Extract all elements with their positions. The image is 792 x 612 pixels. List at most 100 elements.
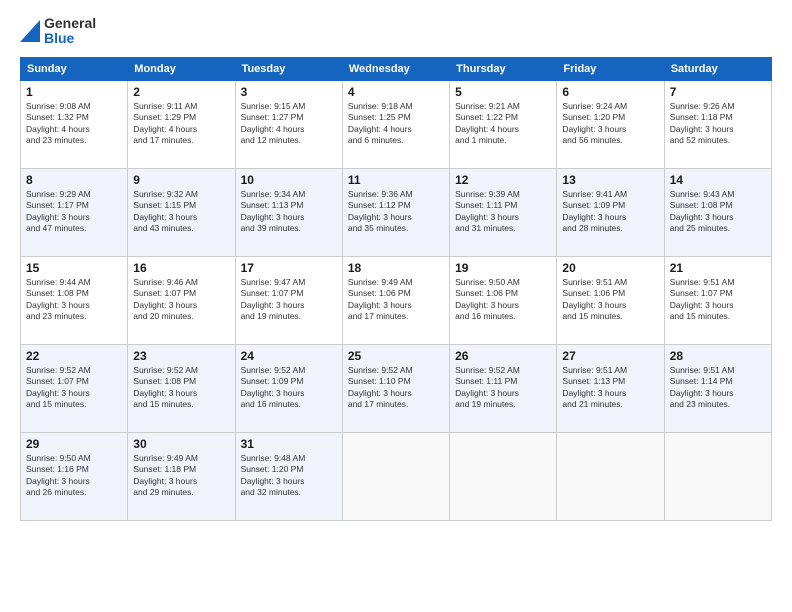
day-number: 7 (670, 85, 766, 99)
day-info: Sunrise: 9:52 AMSunset: 1:09 PMDaylight:… (241, 365, 337, 411)
weekday-header-saturday: Saturday (664, 57, 771, 80)
day-number: 6 (562, 85, 658, 99)
day-info: Sunrise: 9:11 AMSunset: 1:29 PMDaylight:… (133, 101, 229, 147)
day-info: Sunrise: 9:41 AMSunset: 1:09 PMDaylight:… (562, 189, 658, 235)
calendar-cell: 12 Sunrise: 9:39 AMSunset: 1:11 PMDayligh… (450, 168, 557, 256)
calendar-cell: 9 Sunrise: 9:32 AMSunset: 1:15 PMDaylight… (128, 168, 235, 256)
week-row-2: 8 Sunrise: 9:29 AMSunset: 1:17 PMDaylight… (21, 168, 772, 256)
day-info: Sunrise: 9:26 AMSunset: 1:18 PMDaylight:… (670, 101, 766, 147)
calendar-cell: 20 Sunrise: 9:51 AMSunset: 1:06 PMDayligh… (557, 256, 664, 344)
weekday-header-monday: Monday (128, 57, 235, 80)
calendar-cell: 10Sunrise: 9:34 AMSunset: 1:13 PMDayligh… (235, 168, 342, 256)
day-number: 13 (562, 173, 658, 187)
day-number: 16 (133, 261, 229, 275)
day-number: 31 (241, 437, 337, 451)
day-number: 27 (562, 349, 658, 363)
day-info: Sunrise: 9:43 AMSunset: 1:08 PMDaylight:… (670, 189, 766, 235)
day-number: 18 (348, 261, 444, 275)
day-info: Sunrise: 9:49 AMSunset: 1:18 PMDaylight:… (133, 453, 229, 499)
calendar-cell: 23 Sunrise: 9:52 AMSunset: 1:08 PMDayligh… (128, 344, 235, 432)
day-info: Sunrise: 9:24 AMSunset: 1:20 PMDaylight:… (562, 101, 658, 147)
week-row-1: 1 Sunrise: 9:08 AMSunset: 1:32 PMDaylight… (21, 80, 772, 168)
day-number: 4 (348, 85, 444, 99)
calendar-cell: 24Sunrise: 9:52 AMSunset: 1:09 PMDayligh… (235, 344, 342, 432)
day-info: Sunrise: 9:34 AMSunset: 1:13 PMDaylight:… (241, 189, 337, 235)
calendar-cell (342, 432, 449, 520)
calendar: SundayMondayTuesdayWednesdayThursdayFrid… (20, 57, 772, 521)
day-info: Sunrise: 9:08 AMSunset: 1:32 PMDaylight:… (26, 101, 122, 147)
logo-blue: Blue (44, 31, 96, 46)
calendar-cell (450, 432, 557, 520)
day-info: Sunrise: 9:18 AMSunset: 1:25 PMDaylight:… (348, 101, 444, 147)
day-info: Sunrise: 9:52 AMSunset: 1:10 PMDaylight:… (348, 365, 444, 411)
calendar-cell: 4 Sunrise: 9:18 AMSunset: 1:25 PMDaylight… (342, 80, 449, 168)
calendar-cell: 22 Sunrise: 9:52 AMSunset: 1:07 PMDayligh… (21, 344, 128, 432)
day-number: 20 (562, 261, 658, 275)
day-info: Sunrise: 9:36 AMSunset: 1:12 PMDaylight:… (348, 189, 444, 235)
day-number: 23 (133, 349, 229, 363)
day-number: 14 (670, 173, 766, 187)
day-number: 9 (133, 173, 229, 187)
day-number: 29 (26, 437, 122, 451)
day-info: Sunrise: 9:50 AMSunset: 1:06 PMDaylight:… (455, 277, 551, 323)
day-number: 22 (26, 349, 122, 363)
day-info: Sunrise: 9:39 AMSunset: 1:11 PMDaylight:… (455, 189, 551, 235)
calendar-cell: 30Sunrise: 9:49 AMSunset: 1:18 PMDayligh… (128, 432, 235, 520)
logo-triangle-icon (20, 20, 40, 42)
logo: General Blue (20, 16, 96, 47)
day-number: 3 (241, 85, 337, 99)
calendar-cell: 8 Sunrise: 9:29 AMSunset: 1:17 PMDaylight… (21, 168, 128, 256)
calendar-cell: 5 Sunrise: 9:21 AMSunset: 1:22 PMDaylight… (450, 80, 557, 168)
day-info: Sunrise: 9:21 AMSunset: 1:22 PMDaylight:… (455, 101, 551, 147)
day-info: Sunrise: 9:52 AMSunset: 1:07 PMDaylight:… (26, 365, 122, 411)
day-number: 21 (670, 261, 766, 275)
calendar-cell (557, 432, 664, 520)
day-info: Sunrise: 9:51 AMSunset: 1:06 PMDaylight:… (562, 277, 658, 323)
day-number: 12 (455, 173, 551, 187)
calendar-cell: 2Sunrise: 9:11 AMSunset: 1:29 PMDaylight… (128, 80, 235, 168)
calendar-cell: 15Sunrise: 9:44 AMSunset: 1:08 PMDayligh… (21, 256, 128, 344)
calendar-cell: 6 Sunrise: 9:24 AMSunset: 1:20 PMDaylight… (557, 80, 664, 168)
day-info: Sunrise: 9:46 AMSunset: 1:07 PMDaylight:… (133, 277, 229, 323)
day-number: 8 (26, 173, 122, 187)
day-number: 1 (26, 85, 122, 99)
calendar-cell: 3 Sunrise: 9:15 AMSunset: 1:27 PMDaylight… (235, 80, 342, 168)
day-info: Sunrise: 9:50 AMSunset: 1:16 PMDaylight:… (26, 453, 122, 499)
calendar-cell: 31 Sunrise: 9:48 AMSunset: 1:20 PMDayligh… (235, 432, 342, 520)
calendar-cell: 19 Sunrise: 9:50 AMSunset: 1:06 PMDayligh… (450, 256, 557, 344)
day-info: Sunrise: 9:52 AMSunset: 1:11 PMDaylight:… (455, 365, 551, 411)
day-info: Sunrise: 9:52 AMSunset: 1:08 PMDaylight:… (133, 365, 229, 411)
header: General Blue (20, 16, 772, 47)
day-number: 26 (455, 349, 551, 363)
calendar-cell: 1 Sunrise: 9:08 AMSunset: 1:32 PMDaylight… (21, 80, 128, 168)
weekday-header-sunday: Sunday (21, 57, 128, 80)
day-info: Sunrise: 9:32 AMSunset: 1:15 PMDaylight:… (133, 189, 229, 235)
calendar-cell: 14 Sunrise: 9:43 AMSunset: 1:08 PMDayligh… (664, 168, 771, 256)
calendar-cell: 21 Sunrise: 9:51 AMSunset: 1:07 PMDayligh… (664, 256, 771, 344)
day-number: 25 (348, 349, 444, 363)
day-number: 5 (455, 85, 551, 99)
weekday-header-friday: Friday (557, 57, 664, 80)
calendar-cell: 18 Sunrise: 9:49 AMSunset: 1:06 PMDayligh… (342, 256, 449, 344)
calendar-cell: 27 Sunrise: 9:51 AMSunset: 1:13 PMDayligh… (557, 344, 664, 432)
calendar-cell: 13 Sunrise: 9:41 AMSunset: 1:09 PMDayligh… (557, 168, 664, 256)
day-number: 19 (455, 261, 551, 275)
day-info: Sunrise: 9:51 AMSunset: 1:07 PMDaylight:… (670, 277, 766, 323)
day-number: 15 (26, 261, 122, 275)
day-number: 17 (241, 261, 337, 275)
calendar-cell: 29 Sunrise: 9:50 AMSunset: 1:16 PMDayligh… (21, 432, 128, 520)
calendar-cell: 26 Sunrise: 9:52 AMSunset: 1:11 PMDayligh… (450, 344, 557, 432)
day-info: Sunrise: 9:51 AMSunset: 1:14 PMDaylight:… (670, 365, 766, 411)
day-info: Sunrise: 9:29 AMSunset: 1:17 PMDaylight:… (26, 189, 122, 235)
day-info: Sunrise: 9:51 AMSunset: 1:13 PMDaylight:… (562, 365, 658, 411)
calendar-cell: 11Sunrise: 9:36 AMSunset: 1:12 PMDayligh… (342, 168, 449, 256)
weekday-header-wednesday: Wednesday (342, 57, 449, 80)
day-info: Sunrise: 9:15 AMSunset: 1:27 PMDaylight:… (241, 101, 337, 147)
calendar-cell: 28 Sunrise: 9:51 AMSunset: 1:14 PMDayligh… (664, 344, 771, 432)
week-row-4: 22 Sunrise: 9:52 AMSunset: 1:07 PMDayligh… (21, 344, 772, 432)
page: General Blue SundayMondayTuesdayWednesda… (0, 0, 792, 612)
logo-general: General (44, 16, 96, 31)
day-info: Sunrise: 9:49 AMSunset: 1:06 PMDaylight:… (348, 277, 444, 323)
day-number: 28 (670, 349, 766, 363)
day-info: Sunrise: 9:48 AMSunset: 1:20 PMDaylight:… (241, 453, 337, 499)
